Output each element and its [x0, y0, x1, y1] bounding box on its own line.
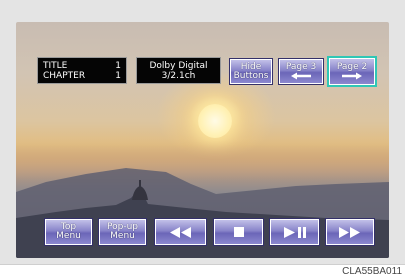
- page-2-label: Page 2: [336, 62, 368, 72]
- right-arrow-icon: [342, 72, 362, 80]
- chapter-label: CHAPTER: [43, 71, 86, 81]
- play-pause-icon: [283, 226, 306, 238]
- title-row: TITLE 1: [43, 61, 121, 71]
- rewind-icon: [169, 226, 191, 238]
- popup-menu-button[interactable]: Pop-up Menu: [98, 218, 147, 246]
- left-arrow-icon: [291, 72, 311, 80]
- stop-button[interactable]: [213, 218, 264, 246]
- chapter-row: CHAPTER 1: [43, 71, 121, 81]
- chapter-value: 1: [115, 71, 121, 81]
- fast-forward-icon: [339, 226, 360, 238]
- title-chapter-display: TITLE 1 CHAPTER 1: [37, 57, 127, 84]
- audio-format-line1: Dolby Digital: [149, 61, 208, 71]
- title-value: 1: [115, 61, 121, 71]
- play-pause-button[interactable]: [269, 218, 320, 246]
- audio-format-display: Dolby Digital 3/2.1ch: [136, 57, 221, 84]
- page-3-button[interactable]: Page 3: [278, 58, 324, 85]
- fast-forward-button[interactable]: [325, 218, 375, 246]
- title-label: TITLE: [43, 61, 68, 71]
- rewind-button[interactable]: [154, 218, 207, 246]
- top-menu-line2: Menu: [56, 231, 81, 241]
- page-3-label: Page 3: [285, 62, 317, 72]
- hide-buttons-button[interactable]: Hide Buttons: [229, 58, 273, 85]
- audio-format-line2: 3/2.1ch: [161, 71, 196, 81]
- figure-code-label: CLA55BA011: [342, 266, 402, 277]
- top-menu-button[interactable]: Top Menu: [44, 218, 93, 246]
- dome-spire: [139, 180, 141, 187]
- page-2-button[interactable]: Page 2: [327, 56, 377, 87]
- hide-buttons-line2: Buttons: [233, 70, 269, 81]
- popup-menu-line2: Menu: [110, 231, 135, 241]
- stop-icon: [233, 227, 244, 237]
